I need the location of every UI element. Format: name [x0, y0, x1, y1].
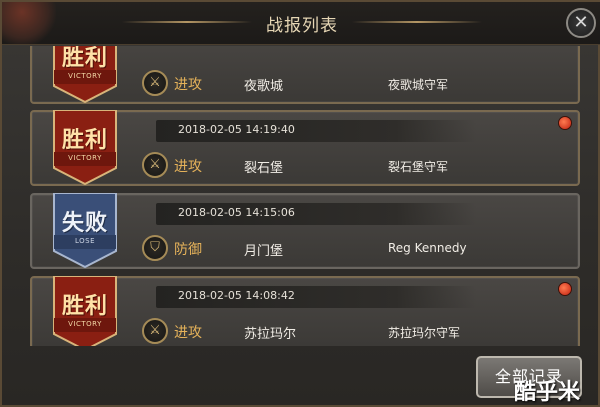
opponent-name: 裂石堡守军: [388, 160, 449, 174]
shield-icon: ⛉: [142, 235, 168, 261]
report-list[interactable]: 胜利 VICTORY ⚔ 进攻 夜歌城 夜歌城守军 胜利 VICTORY 201…: [30, 46, 584, 346]
action-label: 防御: [174, 242, 202, 258]
report-card[interactable]: 胜利 VICTORY 2018-02-05 14:08:42 ⚔ 进攻 苏拉玛尔…: [30, 276, 580, 346]
opponent-name: Reg Kennedy: [388, 241, 467, 255]
report-card[interactable]: 胜利 VICTORY 2018-02-05 14:19:40 ⚔ 进攻 裂石堡 …: [30, 110, 580, 186]
report-time: 2018-02-05 14:15:06: [178, 206, 295, 219]
victory-badge: 胜利 VICTORY: [50, 46, 120, 104]
result-label: 胜利: [61, 46, 108, 71]
result-label-en: LOSE: [74, 237, 96, 245]
watermark-logo: 酷乎米: [514, 380, 581, 405]
sword-icon: ⚔: [142, 318, 168, 344]
battle-report-window: 战报列表 ✕ 胜利 VICTORY ⚔ 进攻 夜歌城 夜歌城守军 胜利 VICT…: [0, 0, 600, 407]
result-label-en: VICTORY: [68, 154, 102, 162]
result-label: 失败: [61, 211, 108, 236]
action-label: 进攻: [174, 159, 202, 175]
city-name: 裂石堡: [244, 161, 284, 176]
victory-badge: 胜利 VICTORY: [50, 276, 120, 346]
unread-dot-icon: [558, 116, 572, 130]
unread-dot-icon: [558, 282, 572, 296]
sword-icon: ⚔: [142, 152, 168, 178]
action-label: 进攻: [174, 77, 202, 93]
result-label: 胜利: [61, 294, 108, 319]
report-card[interactable]: 失败 LOSE 2018-02-05 14:15:06 ⛉ 防御 月门堡 Reg…: [30, 193, 580, 269]
city-name: 夜歌城: [244, 79, 284, 94]
sword-icon: ⚔: [142, 70, 168, 96]
report-time: 2018-02-05 14:19:40: [178, 123, 295, 136]
report-card[interactable]: 胜利 VICTORY ⚔ 进攻 夜歌城 夜歌城守军: [30, 46, 580, 104]
result-label-en: VICTORY: [68, 320, 102, 328]
report-time: 2018-02-05 14:08:42: [178, 289, 295, 302]
action-label: 进攻: [174, 325, 202, 341]
opponent-name: 苏拉玛尔守军: [388, 326, 461, 340]
opponent-name: 夜歌城守军: [388, 78, 449, 92]
victory-badge: 胜利 VICTORY: [50, 110, 120, 186]
title-bar: 战报列表 ✕: [2, 2, 600, 45]
lose-badge: 失败 LOSE: [50, 193, 120, 269]
result-label-en: VICTORY: [68, 72, 102, 80]
city-name: 月门堡: [244, 244, 284, 259]
window-title: 战报列表: [266, 16, 338, 36]
result-label: 胜利: [61, 128, 108, 153]
city-name: 苏拉玛尔: [244, 327, 297, 342]
close-icon[interactable]: ✕: [566, 8, 596, 38]
title-ornament-right: [352, 21, 482, 23]
